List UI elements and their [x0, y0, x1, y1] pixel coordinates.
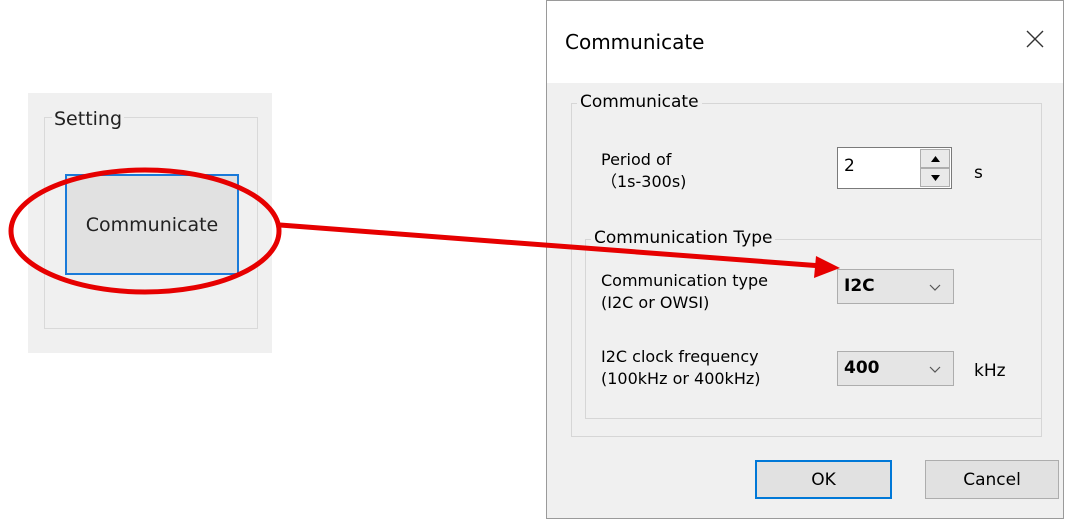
dialog-titlebar: Communicate [547, 1, 1063, 83]
setting-panel: Setting Communicate [28, 93, 272, 353]
clock-freq-label-line1: I2C clock frequency [601, 347, 759, 366]
comm-type-value: I2C [844, 276, 875, 296]
period-spinbox[interactable]: 2 [837, 147, 952, 189]
clock-freq-select[interactable]: 400 [837, 351, 954, 386]
communicate-dialog: Communicate Communicate Period of （1s-30… [546, 0, 1064, 519]
period-label: Period of （1s-300s) [601, 149, 686, 193]
period-unit: s [974, 163, 983, 183]
comm-type-label-line1: Communication type [601, 271, 768, 290]
period-label-line1: Period of [601, 150, 672, 169]
period-label-line2: （1s-300s) [601, 172, 687, 191]
communicate-button[interactable]: Communicate [65, 174, 239, 275]
clock-freq-value: 400 [844, 358, 880, 378]
spin-buttons [920, 149, 950, 187]
triangle-up-icon [930, 155, 940, 162]
clock-freq-unit: kHz [974, 361, 1006, 381]
period-value[interactable]: 2 [844, 156, 855, 176]
clock-freq-label: I2C clock frequency (100kHz or 400kHz) [601, 346, 761, 390]
chevron-down-icon [929, 284, 941, 291]
communication-type-groupbox [585, 239, 1042, 419]
close-icon[interactable] [1023, 27, 1047, 51]
clock-freq-label-line2: (100kHz or 400kHz) [601, 369, 761, 388]
triangle-down-icon [930, 174, 940, 181]
ok-button[interactable]: OK [755, 460, 892, 499]
comm-type-select[interactable]: I2C [837, 269, 954, 304]
communication-type-legend: Communication Type [591, 228, 776, 248]
spin-down-button[interactable] [920, 168, 950, 187]
comm-type-label: Communication type (I2C or OWSI) [601, 270, 768, 314]
dialog-title: Communicate [565, 30, 705, 54]
comm-type-label-line2: (I2C or OWSI) [601, 293, 710, 312]
spin-up-button[interactable] [920, 149, 950, 168]
cancel-button[interactable]: Cancel [925, 460, 1059, 499]
chevron-down-icon [929, 366, 941, 373]
communicate-group-legend: Communicate [577, 92, 702, 112]
setting-group-label: Setting [52, 108, 125, 130]
